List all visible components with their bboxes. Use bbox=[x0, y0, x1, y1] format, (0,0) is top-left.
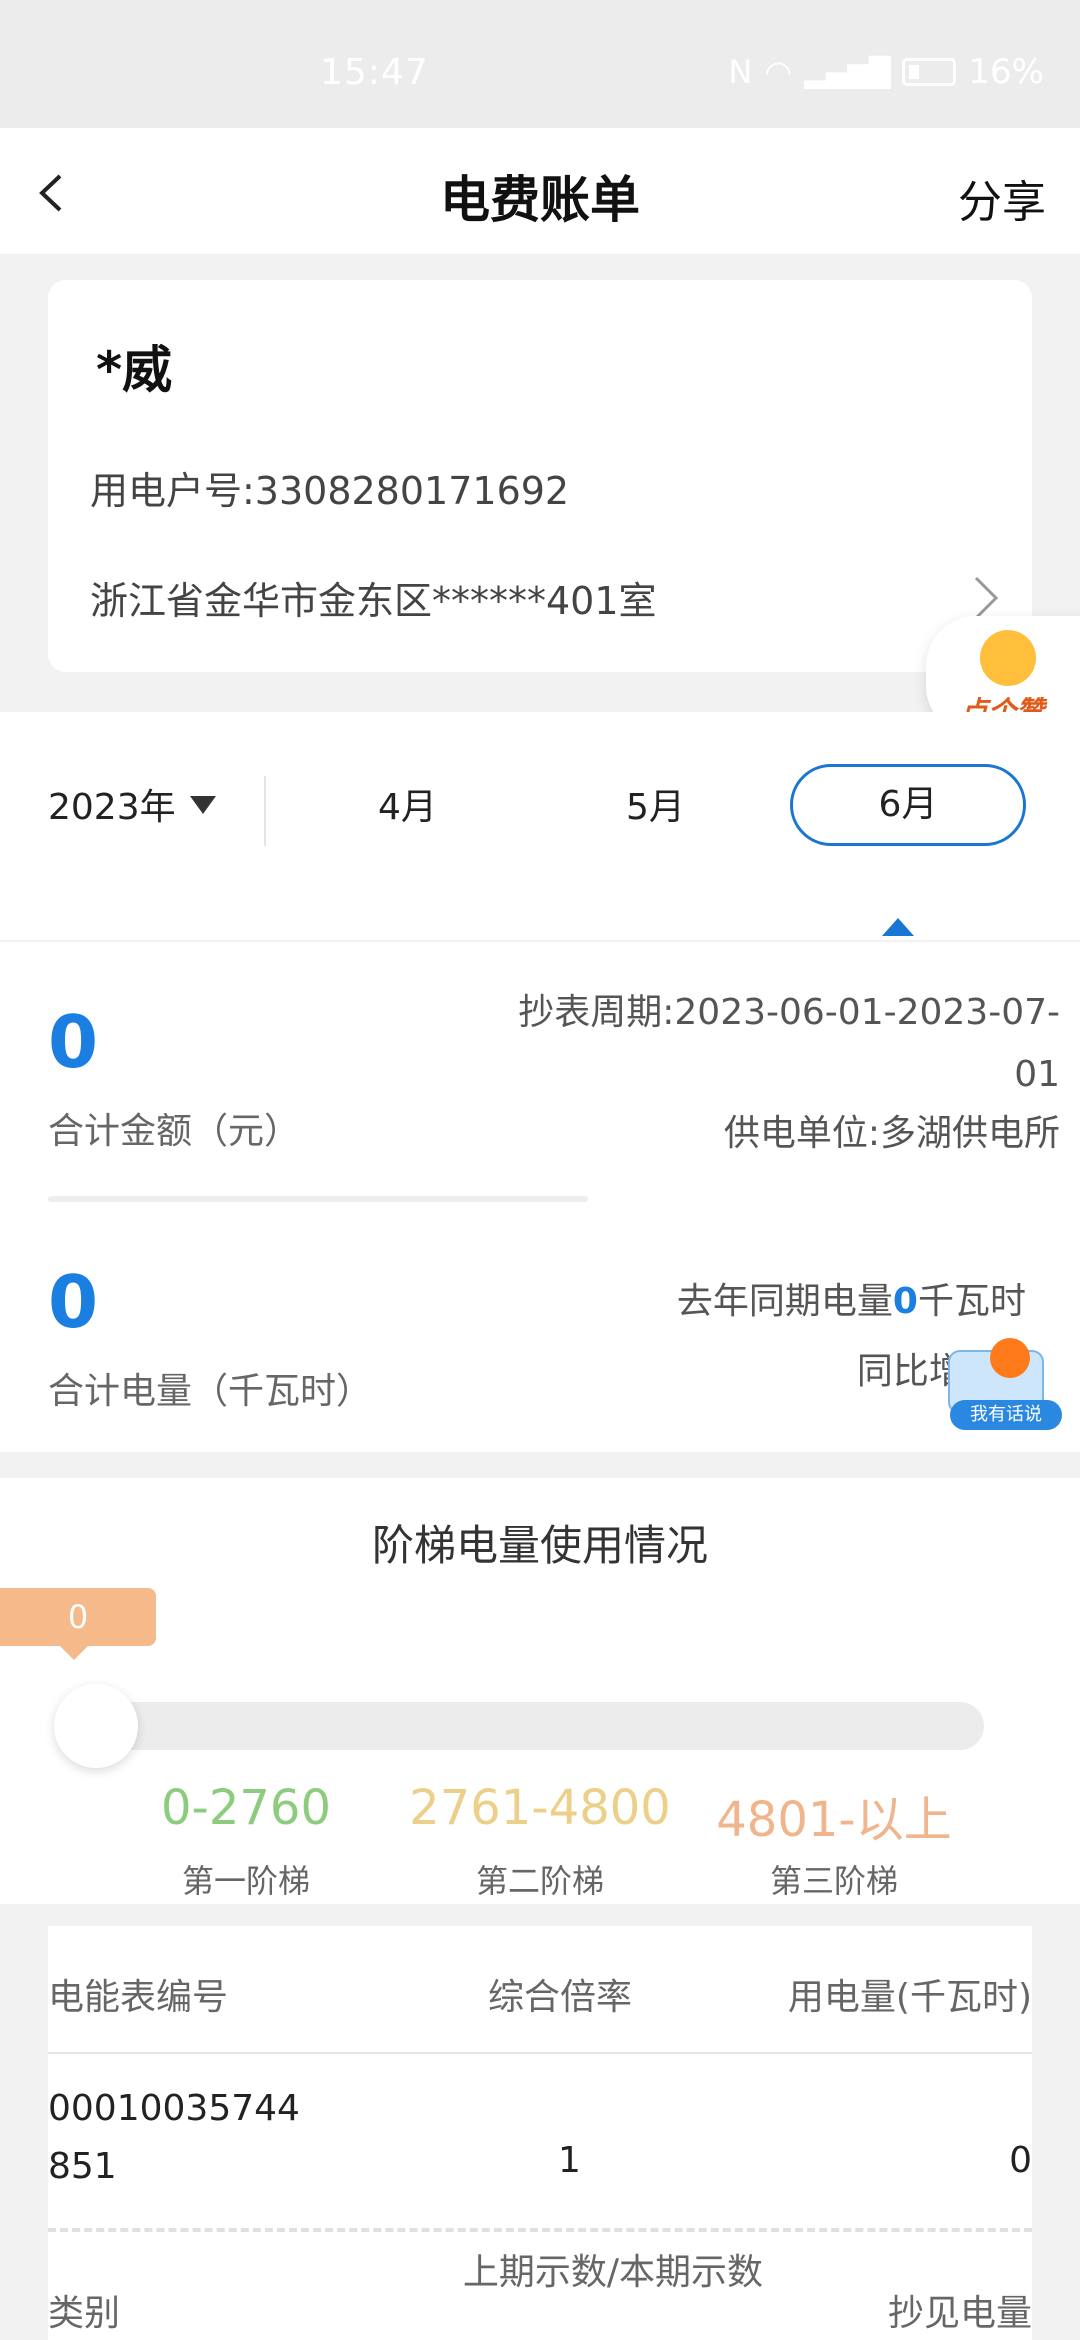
last-year-suffix: 千瓦时 bbox=[917, 1281, 1026, 1322]
divider bbox=[48, 1196, 588, 1202]
column-header-usage: 用电量(千瓦时) bbox=[787, 1977, 1032, 2018]
last-year-usage: 去年同期电量0千瓦时 bbox=[677, 1272, 1026, 1324]
total-kwh: 0 bbox=[48, 1260, 99, 1344]
usage-progress-track bbox=[58, 1702, 984, 1750]
caret-down-icon[interactable] bbox=[190, 796, 216, 814]
tier-2-range: 2761-4800 bbox=[409, 1780, 671, 1836]
signal-icon: ▂▄▆█ bbox=[804, 55, 891, 89]
tier-3-name: 第三阶梯 bbox=[769, 1862, 898, 1900]
section-title: 阶梯电量使用情况 bbox=[371, 1521, 708, 1570]
tooltip-pointer-icon bbox=[58, 1644, 90, 1660]
total-amount: 0 bbox=[48, 1000, 99, 1084]
tab-month-4[interactable]: 4月 bbox=[378, 778, 437, 830]
month-selector: 2023年 4月 5月 6月 bbox=[0, 712, 1080, 940]
tier-1-name: 第一阶梯 bbox=[181, 1862, 310, 1900]
reading-period: 抄表周期:2023-06-01-2023-07-01 bbox=[518, 992, 1060, 1095]
microphone-icon bbox=[990, 1338, 1030, 1378]
page-title: 电费账单 bbox=[440, 171, 640, 229]
account-card[interactable]: *威 用电户号:3308280171692 浙江省金华市金东区******401… bbox=[48, 280, 1032, 672]
total-kwh-label: 合计电量（千瓦时） bbox=[48, 1371, 373, 1412]
tab-month-6-selected[interactable]: 6月 bbox=[790, 764, 1026, 846]
supply-unit: 供电单位:多湖供电所 bbox=[723, 1113, 1060, 1154]
meter-number: 00010035744851 bbox=[48, 2088, 300, 2187]
tier-usage-section: 阶梯电量使用情况 0 0-2760 第一阶梯 2761-4800 第二阶梯 48… bbox=[0, 1478, 1080, 1904]
column-header-ratio: 综合倍率 bbox=[488, 1977, 633, 2018]
battery-percent: 16% bbox=[968, 52, 1044, 92]
column-header-category: 类别 bbox=[48, 2293, 121, 2334]
divider bbox=[264, 776, 266, 846]
current-usage-tooltip: 0 bbox=[0, 1588, 156, 1646]
wifi-icon: ◠ bbox=[764, 53, 793, 91]
column-header-readings: 上期示数/本期示数 bbox=[462, 2252, 764, 2293]
last-year-prefix: 去年同期电量 bbox=[676, 1281, 893, 1322]
column-header-meter: 电能表编号 bbox=[48, 1977, 229, 2018]
share-button[interactable]: 分享 bbox=[958, 166, 1046, 230]
tier-3-range: 4801-以上 bbox=[716, 1792, 952, 1848]
year-dropdown[interactable]: 2023年 bbox=[48, 778, 176, 830]
tier-2-name: 第二阶梯 bbox=[475, 1862, 604, 1900]
bill-summary: 0 合计金额（元） 抄表周期:2023-06-01-2023-07-01 供电单… bbox=[0, 942, 1080, 1452]
battery-icon bbox=[902, 58, 957, 86]
smile-face-icon bbox=[980, 630, 1036, 686]
feedback-button[interactable]: 我有话说 bbox=[948, 1330, 1064, 1430]
dashed-divider bbox=[48, 2228, 1032, 2232]
nav-header: 电费账单 分享 bbox=[0, 128, 1080, 254]
total-amount-label: 合计金额（元） bbox=[48, 1111, 301, 1152]
status-bar: 15:47 N ◠ ▂▄▆█ 16% bbox=[0, 0, 1080, 128]
feedback-label: 我有话说 bbox=[950, 1400, 1062, 1430]
account-number: 用电户号:3308280171692 bbox=[90, 469, 570, 513]
tier-1-range: 0-2760 bbox=[160, 1780, 331, 1836]
nfc-icon: N bbox=[728, 53, 753, 91]
tab-month-5[interactable]: 5月 bbox=[626, 778, 685, 830]
usage-progress-knob bbox=[54, 1684, 138, 1768]
selected-indicator-icon bbox=[882, 918, 914, 936]
last-year-value: 0 bbox=[892, 1281, 918, 1322]
status-time: 15:47 bbox=[320, 52, 429, 93]
account-name: *威 bbox=[96, 341, 173, 399]
meter-usage: 0 bbox=[1009, 2140, 1032, 2181]
status-icons: N ◠ ▂▄▆█ 16% bbox=[728, 52, 1044, 92]
account-address: 浙江省金华市金东区******401室 bbox=[90, 579, 657, 623]
column-header-read-usage: 抄见电量 bbox=[887, 2293, 1032, 2334]
meter-ratio: 1 bbox=[558, 2140, 581, 2181]
meter-table: 电能表编号 综合倍率 用电量(千瓦时) 00010035744851 1 0 类… bbox=[48, 1926, 1032, 2340]
divider bbox=[48, 2052, 1032, 2054]
